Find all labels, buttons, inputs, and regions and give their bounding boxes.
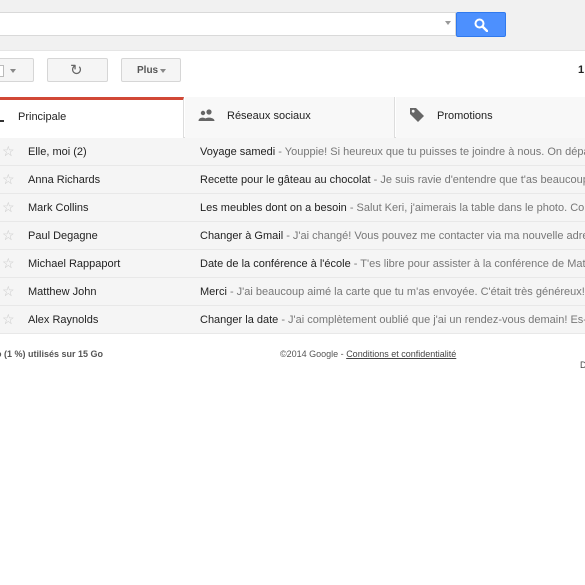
message-count: 1 <box>578 64 585 76</box>
email-row[interactable]: ☆ Paul Degagne Changer à Gmail - J'ai ch… <box>0 222 585 250</box>
email-snippet: - Youppie! Si heureux que tu puisses te … <box>275 146 585 158</box>
tab-label: Principale <box>18 111 67 123</box>
email-sender: Anna Richards <box>28 174 101 186</box>
email-subject: Merci <box>200 286 227 298</box>
search-box[interactable] <box>0 12 456 36</box>
search-input[interactable] <box>0 13 433 35</box>
email-snippet: - J'ai complètement oublié que j'ai un r… <box>278 314 585 326</box>
storage-quota: o (1 %) utilisés sur 15 Go <box>0 349 104 359</box>
more-button-label: Plus <box>137 65 159 76</box>
tab-principale[interactable]: Principale <box>0 97 184 138</box>
email-message: Changer à Gmail - J'ai changé! Vous pouv… <box>200 230 585 242</box>
email-subject: Voyage samedi <box>200 146 276 158</box>
copyright-text: ©2014 Google - <box>280 349 347 359</box>
email-message: Date de la conférence à l'école - T'es l… <box>200 258 585 270</box>
search-options-caret-icon[interactable] <box>445 21 451 25</box>
email-snippet: - Salut Keri, j'aimerais la table dans l… <box>346 202 585 214</box>
star-icon[interactable]: ☆ <box>2 171 15 187</box>
email-subject: Les meubles dont on a besoin <box>200 202 347 214</box>
inbox-icon <box>0 110 4 122</box>
tab-promotions[interactable]: Promotions <box>396 97 585 138</box>
email-snippet: - J'ai beaucoup aimé la carte que tu m'a… <box>226 286 585 298</box>
email-message: Recette pour le gâteau au chocolat - Je … <box>200 174 585 186</box>
email-subject: Changer la date <box>200 314 279 326</box>
email-sender: Michael Rappaport <box>28 258 121 270</box>
star-icon[interactable]: ☆ <box>2 255 15 271</box>
star-icon[interactable]: ☆ <box>2 143 15 159</box>
email-sender: Elle, moi (2) <box>28 146 87 158</box>
tab-label: Réseaux sociaux <box>227 110 311 122</box>
top-bar <box>0 0 585 51</box>
email-sender: Matthew John <box>28 286 97 298</box>
chevron-down-icon <box>10 69 16 73</box>
email-message: Merci - J'ai beaucoup aimé la carte que … <box>200 286 585 298</box>
star-icon[interactable]: ☆ <box>2 311 15 327</box>
email-subject: Date de la conférence à l'école <box>200 258 351 270</box>
email-subject: Changer à Gmail <box>200 230 284 242</box>
email-snippet: - Je suis ravie d'entendre que t'as beau… <box>370 174 585 186</box>
email-sender: Alex Raynolds <box>28 314 99 326</box>
email-sender: Mark Collins <box>28 202 89 214</box>
chevron-down-icon <box>160 69 166 73</box>
email-message: Changer la date - J'ai complètement oubl… <box>200 314 585 326</box>
more-button[interactable]: Plus <box>121 58 181 82</box>
refresh-icon: ↻ <box>70 62 83 79</box>
select-button[interactable] <box>0 58 34 82</box>
people-icon <box>198 109 215 121</box>
email-row[interactable]: ☆ Elle, moi (2) Voyage samedi - Youppie!… <box>0 138 585 166</box>
email-snippet: - J'ai changé! Vous pouvez me contacter … <box>283 230 585 242</box>
toolbar: ↻ Plus 1 <box>0 50 585 97</box>
search-button[interactable] <box>456 12 506 37</box>
email-row[interactable]: ☆ Mark Collins Les meubles dont on a bes… <box>0 194 585 222</box>
star-icon[interactable]: ☆ <box>2 227 15 243</box>
tag-icon <box>410 108 424 122</box>
email-subject: Recette pour le gâteau au chocolat <box>200 174 371 186</box>
checkbox-icon <box>0 65 4 77</box>
star-icon[interactable]: ☆ <box>2 199 15 215</box>
refresh-button[interactable]: ↻ <box>47 58 108 82</box>
email-snippet: - T'es libre pour assister à la conféren… <box>350 258 585 270</box>
tab-label: Promotions <box>437 110 493 122</box>
search-icon <box>474 18 488 32</box>
terms-link[interactable]: Conditions et confidentialité <box>346 349 456 359</box>
email-row[interactable]: ☆ Matthew John Merci - J'ai beaucoup aim… <box>0 278 585 306</box>
email-row[interactable]: ☆ Anna Richards Recette pour le gâteau a… <box>0 166 585 194</box>
email-list: ☆ Elle, moi (2) Voyage samedi - Youppie!… <box>0 138 585 334</box>
category-tabs: Principale Réseaux sociaux Promotions <box>0 97 585 138</box>
email-sender: Paul Degagne <box>28 230 98 242</box>
email-row[interactable]: ☆ Michael Rappaport Date de la conférenc… <box>0 250 585 278</box>
details-link[interactable]: D <box>580 360 585 370</box>
email-message: Voyage samedi - Youppie! Si heureux que … <box>200 146 585 158</box>
copyright: ©2014 Google - Conditions et confidentia… <box>280 349 456 359</box>
star-icon[interactable]: ☆ <box>2 283 15 299</box>
tab-reseaux-sociaux[interactable]: Réseaux sociaux <box>185 97 395 138</box>
email-row[interactable]: ☆ Alex Raynolds Changer la date - J'ai c… <box>0 306 585 334</box>
email-message: Les meubles dont on a besoin - Salut Ker… <box>200 202 585 214</box>
